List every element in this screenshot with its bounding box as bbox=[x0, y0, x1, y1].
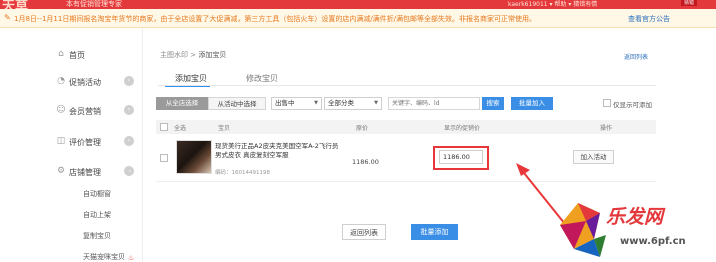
select-from-shop-button[interactable]: 从全店选择 bbox=[156, 97, 208, 110]
batch-add-footer-button[interactable]: 批量添加 bbox=[411, 224, 458, 240]
status-select[interactable]: 出售中 ▼ bbox=[271, 97, 322, 110]
category-select-value: 全部分类 bbox=[328, 99, 354, 107]
status-select-value: 出售中 bbox=[275, 99, 295, 107]
shop-icon: ⚙ bbox=[56, 166, 66, 176]
only-show-addable-checkbox[interactable] bbox=[603, 99, 611, 107]
official-announcement-link[interactable]: 查看官方公告 bbox=[628, 14, 670, 24]
product-thumbnail[interactable] bbox=[176, 140, 212, 174]
only-show-addable-label: 仅显示可添加 bbox=[613, 101, 652, 109]
sidebar-item-shop-management[interactable]: ⚙ 店铺管理 › bbox=[0, 162, 143, 182]
sidebar-item-member-marketing[interactable]: ☺ 会员营销 › bbox=[0, 101, 143, 121]
search-button[interactable]: 搜索 bbox=[482, 97, 504, 110]
batch-add-button[interactable]: 批量加入 bbox=[511, 97, 553, 110]
sidebar: ⌂ 首页 ◔ 促销活动 › ☺ 会员营销 › ◫ 评价管理 › ⚙ 店铺管理 ›… bbox=[0, 28, 143, 261]
sidebar-item-label: 评价管理 bbox=[69, 138, 101, 147]
original-price: 1186.00 bbox=[352, 158, 379, 166]
tabs-divider bbox=[158, 85, 656, 86]
breadcrumb-separator: > bbox=[188, 51, 199, 59]
comment-icon: ◫ bbox=[56, 136, 66, 146]
home-icon: ⌂ bbox=[58, 49, 64, 59]
column-item: 宝贝 bbox=[218, 125, 231, 132]
column-promo-price: 显示的促销价 bbox=[444, 125, 481, 132]
top-badge[interactable]: 猜错 bbox=[681, 0, 697, 6]
add-to-activity-button[interactable]: 加入活动 bbox=[573, 150, 614, 164]
top-bar: 天草 本有促销管理专家 kaerk619011 ▾ 帮助 ▾ 猜错有情 猜错 bbox=[0, 0, 716, 14]
select-from-activity-button[interactable]: 从活动中选择 bbox=[208, 97, 266, 110]
user-menu[interactable]: kaerk619011 ▾ 帮助 ▾ 猜错有情 bbox=[508, 0, 597, 8]
keyword-search-input[interactable] bbox=[388, 97, 480, 110]
user-icon: ☺ bbox=[56, 105, 66, 115]
column-original-price: 原价 bbox=[356, 125, 369, 132]
breadcrumb: 主图水印 > 添加宝贝 bbox=[160, 50, 226, 60]
chevron-right-icon: › bbox=[124, 136, 134, 146]
product-name[interactable]: 现货美行正品A2皮夹克美国空军A-2飞行员男式皮衣 真皮复刻空军服 bbox=[215, 142, 340, 160]
sidebar-subitem-auto-listing[interactable]: 自动上架 bbox=[83, 210, 111, 220]
breadcrumb-parent[interactable]: 主图水印 bbox=[160, 51, 188, 59]
watermark-text: 乐发网 bbox=[606, 206, 664, 228]
brand-slogan: 本有促销管理专家 bbox=[66, 0, 122, 8]
notice-icon: ✎ bbox=[4, 13, 11, 22]
breadcrumb-current: 添加宝贝 bbox=[198, 51, 227, 59]
product-code: 编码：16014491198 bbox=[215, 170, 270, 176]
chevron-right-icon: › bbox=[124, 105, 134, 115]
tab-edit-item[interactable]: 修改宝贝 bbox=[246, 73, 278, 84]
sidebar-item-label: 店铺管理 bbox=[69, 168, 101, 177]
chevron-down-icon: › bbox=[124, 166, 134, 176]
sidebar-subitem-copy-item[interactable]: 复制宝贝 bbox=[83, 231, 111, 241]
sidebar-item-home[interactable]: ⌂ 首页 bbox=[0, 45, 143, 65]
sidebar-item-label: 首页 bbox=[69, 51, 85, 60]
sidebar-subitem-auto-showcase[interactable]: 自动橱窗 bbox=[83, 189, 111, 199]
promo-price-input[interactable] bbox=[439, 150, 483, 164]
tag-icon: ◔ bbox=[57, 76, 65, 86]
sidebar-item-reviews[interactable]: ◫ 评价管理 › bbox=[0, 132, 143, 152]
watermark-url: www.6pf.cn bbox=[620, 236, 686, 247]
back-to-list-button[interactable]: 返回列表 bbox=[342, 224, 386, 240]
category-select[interactable]: 全部分类 ▼ bbox=[324, 97, 382, 110]
sidebar-item-label: 会员营销 bbox=[69, 107, 101, 116]
chevron-down-icon: ▼ bbox=[374, 100, 378, 106]
back-to-list-link[interactable]: 返回列表 bbox=[624, 52, 648, 61]
row-checkbox[interactable] bbox=[160, 154, 168, 162]
sidebar-item-label: 促销活动 bbox=[69, 78, 101, 87]
chevron-down-icon: ▼ bbox=[314, 100, 318, 106]
notice-bar: ✎ 1月8日--1月11日期间报名淘宝年货节的商家，由于全店设置了大促满减，第三… bbox=[0, 9, 716, 28]
column-action: 操作 bbox=[600, 125, 613, 132]
select-all-checkbox[interactable] bbox=[160, 123, 168, 131]
column-select-all: 全选 bbox=[174, 125, 187, 132]
chevron-right-icon: › bbox=[124, 76, 134, 86]
sidebar-item-promotions[interactable]: ◔ 促销活动 › bbox=[0, 72, 143, 92]
notice-text: 1月8日--1月11日期间报名淘宝年货节的商家，由于全店设置了大促满减，第三方工… bbox=[14, 15, 537, 23]
table-header: 全选 宝贝 原价 显示的促销价 操作 bbox=[156, 120, 656, 134]
tab-add-item[interactable]: 添加宝贝 bbox=[165, 73, 210, 87]
